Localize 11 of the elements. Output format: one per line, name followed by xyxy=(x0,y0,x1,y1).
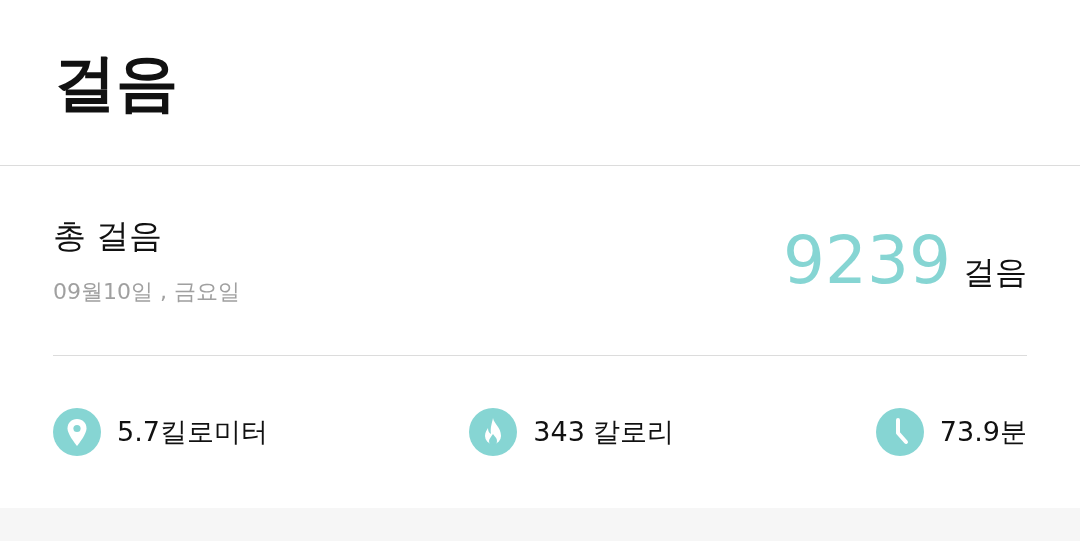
flame-icon xyxy=(469,408,518,456)
clock-icon xyxy=(875,408,924,456)
page-title: 걸음 xyxy=(54,44,178,121)
date-text: 09월10일 , 금요일 xyxy=(53,278,240,306)
stat-value: 343 칼로리 xyxy=(533,415,675,449)
stat-value: 73.9분 xyxy=(939,415,1027,449)
total-steps-label: 총 걸음 xyxy=(53,215,164,257)
step-unit: 걸음 xyxy=(963,252,1027,293)
step-count: 9239 xyxy=(783,222,951,299)
location-pin-icon xyxy=(53,408,101,456)
stat-value: 5.7킬로미터 xyxy=(117,415,268,449)
